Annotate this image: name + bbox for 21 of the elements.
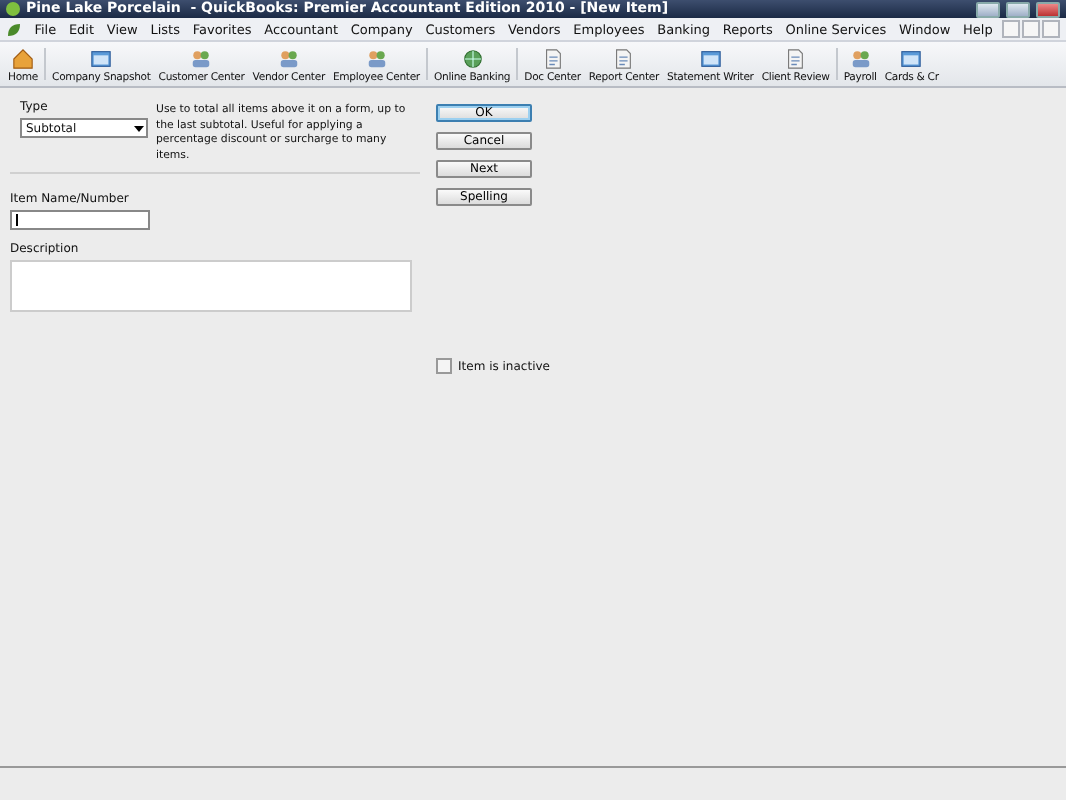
dropdown-arrow-icon bbox=[134, 125, 144, 131]
app-logo-icon bbox=[6, 2, 20, 16]
window-icon bbox=[900, 48, 923, 70]
close-icon[interactable] bbox=[1036, 1, 1060, 17]
house-icon bbox=[12, 48, 35, 70]
people-icon bbox=[849, 48, 872, 70]
minimize-icon[interactable] bbox=[976, 1, 1000, 17]
globe-icon bbox=[461, 48, 484, 70]
close-icon[interactable] bbox=[1042, 20, 1060, 38]
document-icon bbox=[612, 48, 635, 70]
document-icon bbox=[541, 48, 564, 70]
maximize-icon[interactable] bbox=[1006, 1, 1030, 17]
people-icon bbox=[277, 48, 300, 70]
description-field[interactable] bbox=[10, 260, 412, 312]
people-icon bbox=[190, 48, 213, 70]
window-icon bbox=[90, 48, 113, 70]
people-icon bbox=[365, 48, 388, 70]
leaf-icon[interactable] bbox=[6, 21, 22, 37]
item-name-field[interactable] bbox=[10, 210, 150, 230]
document-icon bbox=[784, 48, 807, 70]
window-icon bbox=[699, 48, 722, 70]
